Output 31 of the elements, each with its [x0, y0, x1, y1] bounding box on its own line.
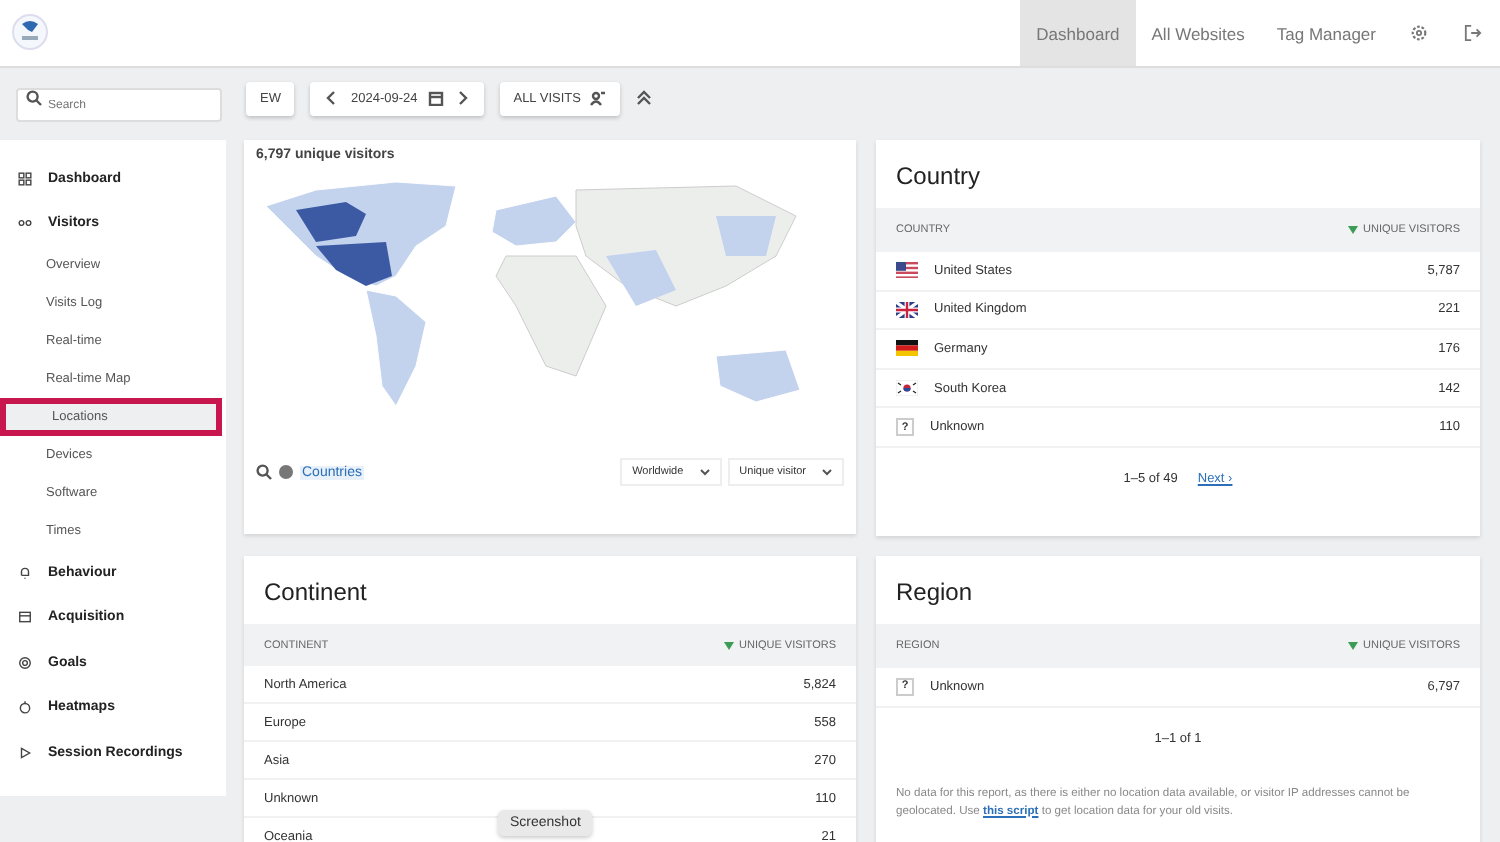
nav-tab[interactable]: Tag Manager	[1260, 0, 1392, 66]
person-icon	[590, 90, 607, 106]
card-title: Region	[894, 576, 975, 610]
nav-tab[interactable]: Dashboard	[1020, 0, 1136, 66]
flag-icon	[896, 380, 918, 397]
flag-icon	[896, 301, 918, 318]
calendar-icon[interactable]	[427, 90, 444, 106]
search-icon[interactable]	[26, 90, 42, 106]
chevron-down-icon	[822, 468, 832, 476]
section-icon	[18, 171, 32, 186]
nav-tab[interactable]: All Websites	[1135, 0, 1261, 66]
collapse-icon[interactable]	[636, 90, 653, 106]
chevron-down-icon	[699, 468, 710, 476]
previous-icon[interactable]	[324, 90, 341, 106]
card-title: Country	[894, 160, 983, 194]
logout-icon[interactable]	[1464, 24, 1482, 42]
section-icon	[18, 745, 32, 760]
card-title: Continent	[262, 576, 369, 610]
section-icon	[18, 700, 32, 715]
next-icon[interactable]	[453, 90, 470, 106]
flag-icon	[896, 262, 918, 279]
section-icon	[18, 610, 32, 625]
sort-icon[interactable]	[1347, 642, 1357, 650]
section-icon	[18, 216, 32, 231]
section-icon	[18, 655, 32, 670]
sort-icon[interactable]	[723, 641, 733, 650]
sort-icon[interactable]	[1347, 226, 1357, 234]
flag-icon	[896, 340, 918, 357]
zoom-icon[interactable]	[256, 464, 272, 480]
section-icon	[18, 565, 32, 580]
settings-icon[interactable]	[1410, 24, 1428, 42]
